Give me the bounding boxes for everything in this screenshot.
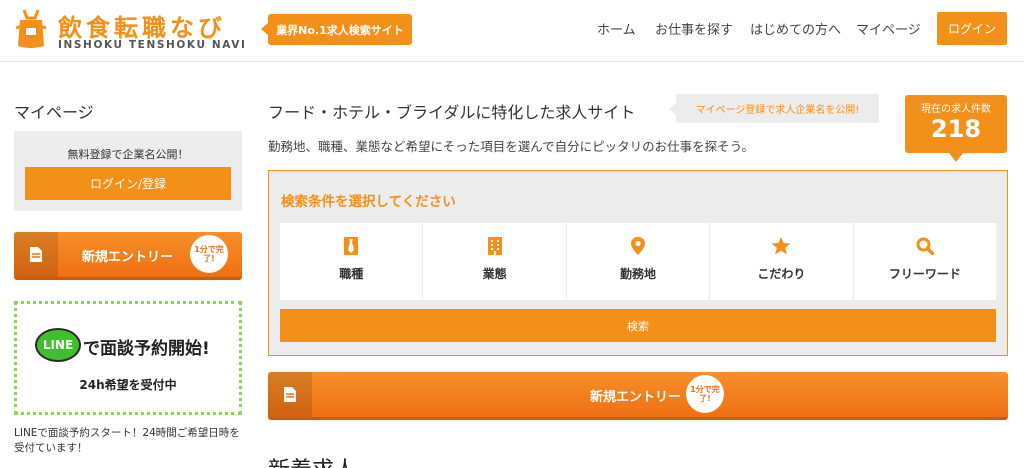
search-category-row: 職種 業態 勤務地 こだわり フリーワード (280, 223, 997, 300)
login-register-button[interactable]: ログイン/登録 (25, 167, 231, 200)
search-button[interactable]: 検索 (280, 309, 996, 342)
line-banner-heading: で面談予約開始! (83, 339, 210, 359)
line-logo-icon: LINE (35, 328, 81, 362)
main-entry-badge: 1分で完了! (688, 377, 722, 411)
entry-icon-wrap (14, 232, 58, 277)
job-count-box: 現在の求人件数 218 (905, 95, 1007, 162)
nav-home[interactable]: ホーム (597, 19, 636, 39)
sidebar-new-entry-button[interactable]: 新規エントリー 1分で完了! (14, 232, 242, 280)
site-logo[interactable]: 飲食転職なび INSHOKU TENSHOKU NAVI (14, 8, 247, 52)
search-heading: 検索条件を選択してください (281, 194, 456, 210)
tie-icon (344, 237, 359, 255)
main-new-entry-button[interactable]: 新規エントリー 1分で完了! (268, 372, 1008, 420)
job-count-label: 現在の求人件数 (921, 104, 991, 115)
category-business-type[interactable]: 業態 (423, 223, 566, 300)
category-job-type[interactable]: 職種 (280, 223, 423, 300)
page-description: 勤務地、職種、業態など希望にそった項目を選んで自分にピッタリのお仕事を探そう。 (268, 139, 754, 154)
sidebar-entry-badge: 1分で完了! (192, 237, 226, 271)
tagline-badge: 業界No.1求人検索サイト (261, 14, 412, 45)
main-entry-label: 新規エントリー (590, 390, 682, 405)
line-banner[interactable]: LINE で面談予約開始! 24h希望を受付中 (14, 301, 242, 415)
apron-logo-icon (15, 9, 47, 48)
category-label: フリーワード (888, 267, 961, 281)
login-button[interactable]: ログイン (937, 12, 1007, 45)
category-free-word[interactable]: フリーワード (853, 223, 997, 300)
mypage-box-text: 無料登録で企業名公開！ (67, 148, 189, 161)
nav-mypage[interactable]: マイページ (856, 19, 921, 39)
page-title: フード・ホテル・ブライダルに特化した求人サイト (268, 103, 636, 122)
sidebar-entry-label: 新規エントリー (82, 250, 174, 265)
category-location[interactable]: 勤務地 (566, 223, 710, 300)
logo-subtitle: INSHOKU TENSHOKU NAVI (58, 39, 247, 51)
category-label: 勤務地 (620, 267, 657, 281)
document-icon (30, 247, 42, 262)
sidebar-title: マイページ (14, 103, 94, 122)
map-pin-icon (631, 237, 646, 255)
document-icon (284, 387, 296, 402)
new-jobs-heading: 新着求人 (268, 452, 356, 468)
site-header: 飲食転職なび INSHOKU TENSHOKU NAVI 業界No.1求人検索サ… (0, 0, 1024, 62)
search-icon (916, 237, 934, 255)
nav-first-time[interactable]: はじめての方へ (750, 19, 841, 39)
star-icon (771, 237, 791, 255)
mypage-notice[interactable]: マイページ登録で求人企業名を公開! (669, 94, 879, 123)
nav-find-jobs[interactable]: お仕事を探す (655, 19, 733, 39)
search-panel: 検索条件を選択してください 職種 業態 勤務地 こだわり フリーワード 検索 (268, 170, 1008, 356)
category-label: 業態 (482, 267, 507, 281)
line-banner-caption: LINEで面談予約スタート！24時間ご希望日時を受付ています！ (14, 427, 240, 454)
logo-title: 飲食転職なび (58, 14, 226, 42)
category-label: 職種 (339, 267, 364, 281)
line-banner-subtext: 24h希望を受付中 (79, 378, 177, 392)
category-preferences[interactable]: こだわり (710, 223, 853, 300)
job-count-value: 218 (930, 115, 982, 143)
mypage-box: 無料登録で企業名公開！ ログイン/登録 (14, 131, 242, 211)
building-icon (487, 237, 502, 255)
entry-icon-wrap (268, 372, 312, 417)
category-label: こだわり (757, 267, 806, 281)
line-banner-inner: LINE で面談予約開始! 24h希望を受付中 (21, 308, 235, 408)
